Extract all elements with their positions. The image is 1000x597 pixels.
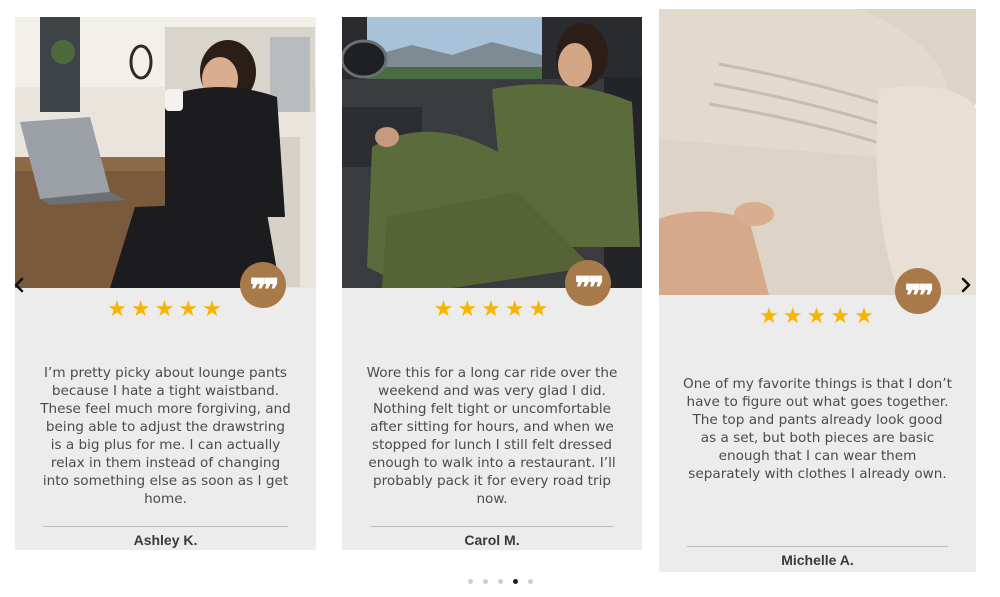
divider (687, 546, 948, 547)
star-icon: ★ (202, 297, 224, 322)
star-icon: ★ (481, 297, 503, 322)
review-card: ❞❞ ★★★★★ Wore this for a long car ride o… (342, 17, 642, 550)
divider (370, 526, 614, 527)
star-icon: ★ (154, 297, 177, 322)
star-icon: ★ (130, 297, 153, 322)
star-icon: ★ (107, 297, 129, 322)
carousel-prev-button[interactable] (9, 275, 29, 295)
review-author: Ashley K. (133, 532, 198, 548)
review-author: Michelle A. (781, 552, 854, 568)
star-icon: ★ (528, 297, 551, 322)
star-icon: ★ (433, 297, 456, 322)
star-icon: ★ (854, 304, 876, 329)
star-icon: ★ (759, 304, 781, 329)
carousel-next-button[interactable] (956, 275, 976, 295)
review-photo (659, 9, 976, 295)
review-text: Wore this for a long car ride over the w… (366, 365, 618, 507)
review-card: ❞❞ ★★★★★ I’m pretty picky about lounge p… (15, 17, 316, 550)
review-text: I’m pretty picky about lounge pants beca… (40, 365, 291, 507)
review-photo (342, 17, 642, 288)
star-icon: ★ (457, 297, 480, 322)
carousel-pagination (0, 579, 1000, 584)
review-author: Carol M. (464, 532, 520, 548)
chevron-left-icon (14, 277, 24, 293)
pagination-dot[interactable] (467, 579, 473, 584)
star-icon: ★ (830, 304, 853, 329)
review-text: One of my favorite things is that I don’… (683, 376, 952, 482)
star-rating: ★★★★★ (342, 297, 642, 322)
divider (43, 526, 288, 527)
star-rating: ★★★★★ (659, 304, 976, 329)
star-icon: ★ (178, 297, 201, 322)
review-photo (15, 17, 316, 288)
pagination-dot[interactable] (527, 579, 533, 584)
star-rating: ★★★★★ (15, 297, 316, 322)
star-icon: ★ (806, 304, 829, 329)
review-card: ❞❞ ★★★★★ One of my favorite things is th… (659, 9, 976, 572)
star-icon: ★ (504, 297, 527, 322)
chevron-right-icon (961, 277, 971, 293)
pagination-dot[interactable] (482, 579, 488, 584)
star-icon: ★ (782, 304, 805, 329)
pagination-dot[interactable] (497, 579, 503, 584)
pagination-dot-active[interactable] (512, 579, 518, 584)
